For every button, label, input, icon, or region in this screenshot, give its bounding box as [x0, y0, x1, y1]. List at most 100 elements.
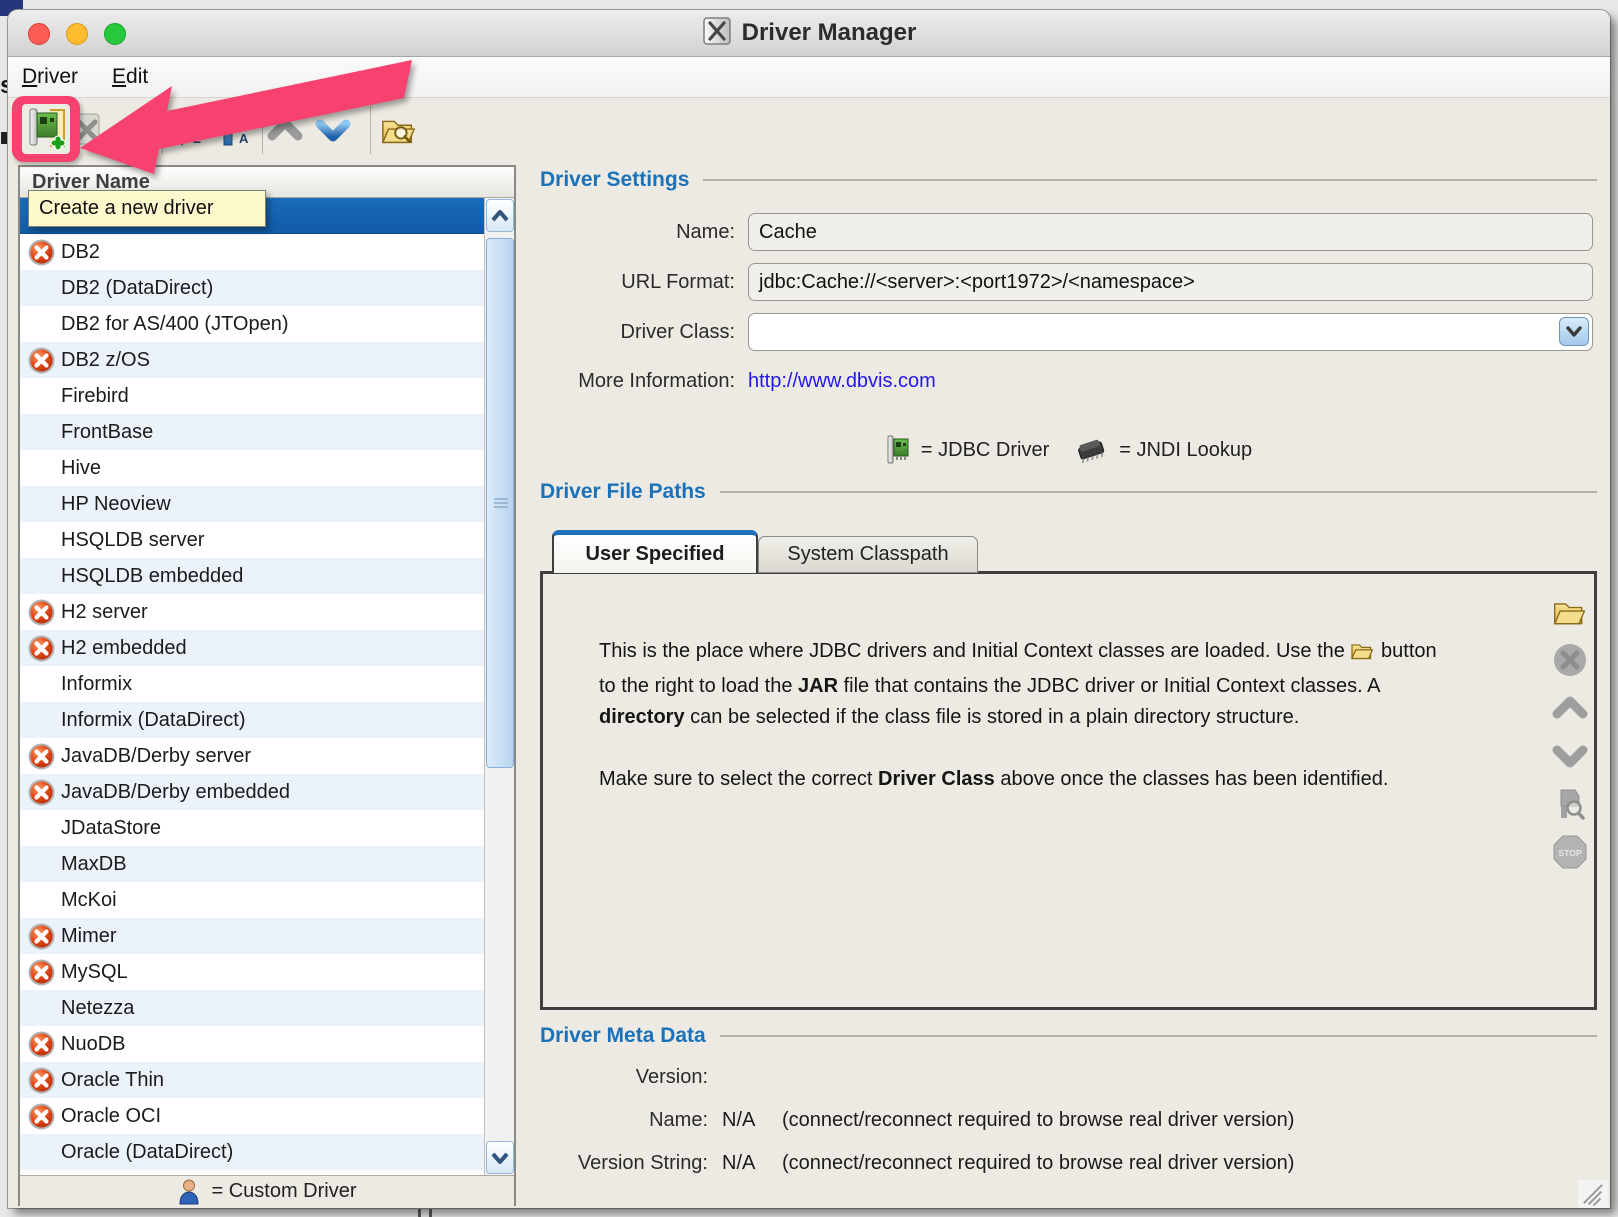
- driver-list-item-label: DB2 (DataDirect): [61, 277, 213, 300]
- driver-list-item-label: MaxDB: [61, 853, 127, 876]
- meta-version-row: Version:: [540, 1062, 1597, 1092]
- driver-list-item-label: HSQLDB embedded: [61, 565, 243, 588]
- file-path-actions: STOP: [1552, 594, 1588, 870]
- driver-class-label: Driver Class:: [540, 321, 735, 344]
- driver-list-item[interactable]: NuoDB: [20, 1026, 484, 1062]
- driver-list-item-label: JDataStore: [61, 817, 161, 840]
- jdbc-driver-legend-label: = JDBC Driver: [921, 439, 1049, 462]
- find-in-jar-icon: [1553, 786, 1587, 822]
- url-format-input[interactable]: jdbc:Cache://<server>:<port1972>/<namesp…: [748, 263, 1593, 301]
- driver-list-item[interactable]: Informix (DataDirect): [20, 702, 484, 738]
- driver-list-panel: Driver Name Cache DB2 DB2 (DataDirect): [18, 165, 516, 1206]
- x11-app-icon: [702, 16, 732, 51]
- tooltip-text: Create a new driver: [39, 197, 214, 220]
- scrollbar-thumb[interactable]: [486, 238, 514, 768]
- user-specified-tab-panel: This is the place where JDBC drivers and…: [540, 571, 1597, 1010]
- more-information-label: More Information:: [540, 370, 735, 393]
- help-paragraph-2: Make sure to select the correct Driver C…: [599, 764, 1451, 795]
- driver-list-item[interactable]: DB2 (DataDirect): [20, 270, 484, 306]
- driver-list[interactable]: Cache DB2 DB2 (DataDirect) DB2 for AS/40…: [20, 198, 514, 1175]
- scroll-up-button[interactable]: [486, 199, 514, 232]
- driver-list-item-label: McKoi: [61, 889, 117, 912]
- driver-list-item[interactable]: HP Neoview: [20, 486, 484, 522]
- svg-text:STOP: STOP: [1559, 848, 1582, 858]
- driver-list-item-label: Hive: [61, 457, 101, 480]
- driver-class-dropdown-button[interactable]: [1559, 317, 1589, 346]
- driver-list-item-label: H2 embedded: [61, 637, 187, 660]
- driver-list-item[interactable]: DB2 z/OS: [20, 342, 484, 378]
- driver-list-item[interactable]: Oracle Thin: [20, 1062, 484, 1098]
- tab-system-classpath[interactable]: System Classpath: [758, 536, 978, 573]
- screen: s Driver Manager Driver Edit: [0, 0, 1618, 1217]
- driver-list-item[interactable]: H2 embedded: [20, 630, 484, 666]
- driver-list-item-label: MySQL: [61, 961, 128, 984]
- driver-list-item[interactable]: Oracle OCI: [20, 1098, 484, 1134]
- driver-list-item[interactable]: JavaDB/Derby embedded: [20, 774, 484, 810]
- driver-list-item[interactable]: HSQLDB embedded: [20, 558, 484, 594]
- driver-error-icon: [28, 635, 55, 662]
- tab-user-specified[interactable]: User Specified: [552, 530, 758, 573]
- driver-list-item-label: JavaDB/Derby server: [61, 745, 251, 768]
- url-format-label: URL Format:: [540, 271, 735, 294]
- driver-list-item[interactable]: Firebird: [20, 378, 484, 414]
- driver-list-item[interactable]: MySQL: [20, 954, 484, 990]
- version-string-label: Version String:: [540, 1152, 708, 1175]
- driver-list-item[interactable]: DB2: [20, 234, 484, 270]
- window-resize-grip[interactable]: [1578, 1180, 1608, 1208]
- driver-list-item-label: Informix (DataDirect): [61, 709, 245, 732]
- meta-name-note: (connect/reconnect required to browse re…: [782, 1109, 1294, 1132]
- custom-driver-legend-label: = Custom Driver: [211, 1180, 356, 1203]
- driver-file-paths-help-text: This is the place where JDBC drivers and…: [599, 636, 1451, 826]
- chevron-down-icon: [1552, 743, 1588, 769]
- driver-list-scrollbar[interactable]: [484, 198, 514, 1175]
- driver-details-panel: Driver Settings Name: Cache URL Format: …: [540, 162, 1597, 1208]
- driver-meta-data-section: Driver Meta Data: [540, 1024, 1597, 1048]
- version-string-note: (connect/reconnect required to browse re…: [782, 1152, 1294, 1175]
- driver-list-item[interactable]: HSQLDB server: [20, 522, 484, 558]
- driver-list-item[interactable]: MaxDB: [20, 846, 484, 882]
- driver-list-rows: Cache DB2 DB2 (DataDirect) DB2 for AS/40…: [20, 198, 484, 1170]
- driver-error-icon: [28, 1103, 55, 1130]
- meta-version-string-row: Version String: N/A (connect/reconnect r…: [540, 1148, 1597, 1178]
- driver-list-item-label: Oracle (DataDirect): [61, 1141, 233, 1164]
- driver-list-item[interactable]: JDataStore: [20, 810, 484, 846]
- chevron-up-icon: [491, 210, 509, 222]
- tooltip: Create a new driver: [28, 190, 266, 227]
- driver-settings-title: Driver Settings: [540, 168, 689, 192]
- driver-list-item[interactable]: Hive: [20, 450, 484, 486]
- person-icon: [177, 1178, 201, 1205]
- driver-file-paths-title: Driver File Paths: [540, 480, 706, 504]
- driver-name-input[interactable]: Cache: [748, 213, 1593, 251]
- driver-settings-section: Driver Settings: [540, 168, 1597, 192]
- driver-list-item[interactable]: McKoi: [20, 882, 484, 918]
- scroll-down-button[interactable]: [486, 1141, 514, 1174]
- driver-list-item-label: Firebird: [61, 385, 129, 408]
- driver-list-item[interactable]: Informix: [20, 666, 484, 702]
- driver-list-item-label: Mimer: [61, 925, 117, 948]
- section-rule: [720, 491, 1597, 493]
- open-file-button[interactable]: [1552, 594, 1588, 630]
- driver-name-value: Cache: [759, 221, 817, 244]
- custom-driver-legend: = Custom Driver: [20, 1175, 514, 1206]
- chevron-down-icon: [1565, 326, 1583, 338]
- driver-meta-data-title: Driver Meta Data: [540, 1024, 706, 1048]
- driver-list-item[interactable]: Oracle (DataDirect): [20, 1134, 484, 1170]
- driver-error-icon: [28, 239, 55, 266]
- driver-list-item-label: Oracle OCI: [61, 1105, 161, 1128]
- driver-list-item[interactable]: H2 server: [20, 594, 484, 630]
- driver-list-item-label: HSQLDB server: [61, 529, 204, 552]
- driver-list-item[interactable]: Mimer: [20, 918, 484, 954]
- driver-error-icon: [28, 347, 55, 374]
- driver-class-combobox[interactable]: [748, 313, 1593, 351]
- move-path-down-button: [1552, 738, 1588, 774]
- more-information-link[interactable]: http://www.dbvis.com: [748, 370, 936, 393]
- window-title: Driver Manager: [742, 19, 917, 47]
- driver-list-item[interactable]: JavaDB/Derby server: [20, 738, 484, 774]
- driver-list-item-label: Oracle Thin: [61, 1069, 164, 1092]
- driver-list-item[interactable]: Netezza: [20, 990, 484, 1026]
- driver-error-icon: [28, 1031, 55, 1058]
- driver-type-legend: = JDBC Driver = JNDI Lookup: [540, 434, 1597, 466]
- driver-list-item[interactable]: FrontBase: [20, 414, 484, 450]
- driver-list-item[interactable]: DB2 for AS/400 (JTOpen): [20, 306, 484, 342]
- open-folder-icon: [1350, 640, 1375, 671]
